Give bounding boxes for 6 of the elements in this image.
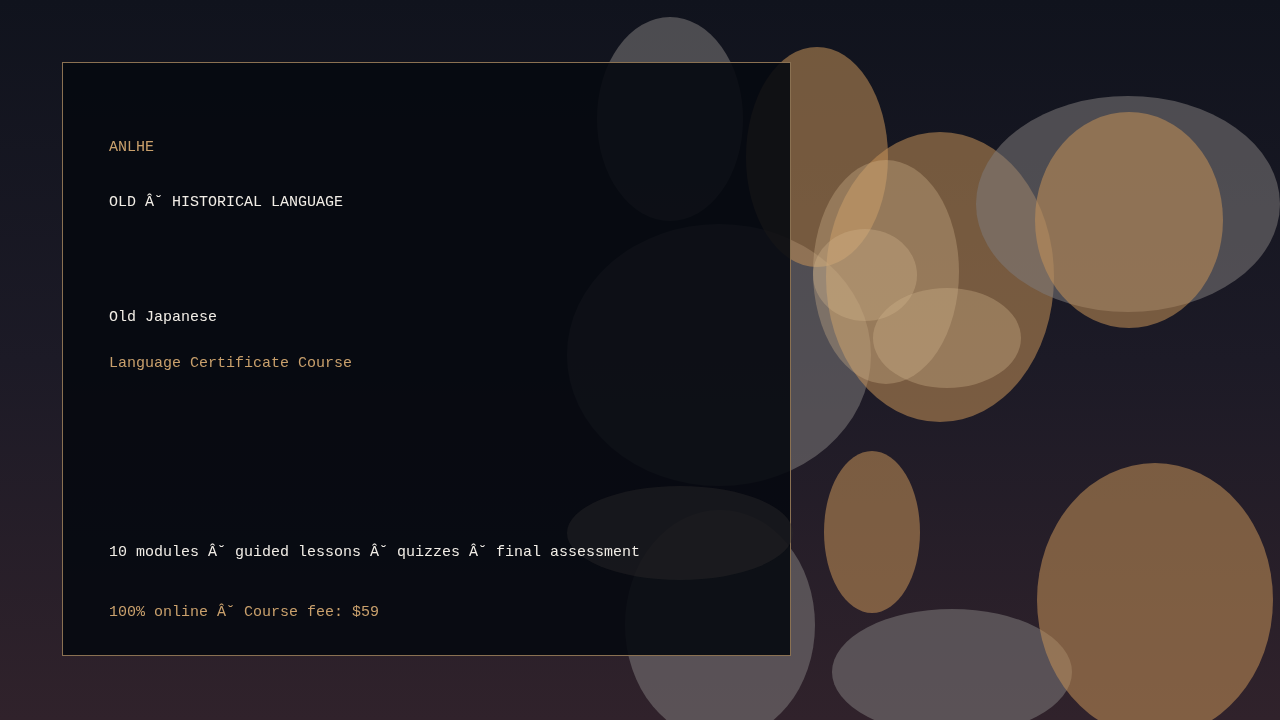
course-details: 10 modules Â˘ guided lessons Â˘ quizzes Â˘ final assessment [109, 544, 641, 562]
course-title: Old Japanese [109, 309, 218, 327]
course-subtitle: Language Certificate Course [109, 355, 353, 373]
pricing-text: 100% online Â˘ Course fee: $59 [109, 604, 380, 622]
brand-name: ANLHE [109, 139, 154, 157]
category-label: OLD Â˘ HISTORICAL LANGUAGE [109, 194, 344, 212]
